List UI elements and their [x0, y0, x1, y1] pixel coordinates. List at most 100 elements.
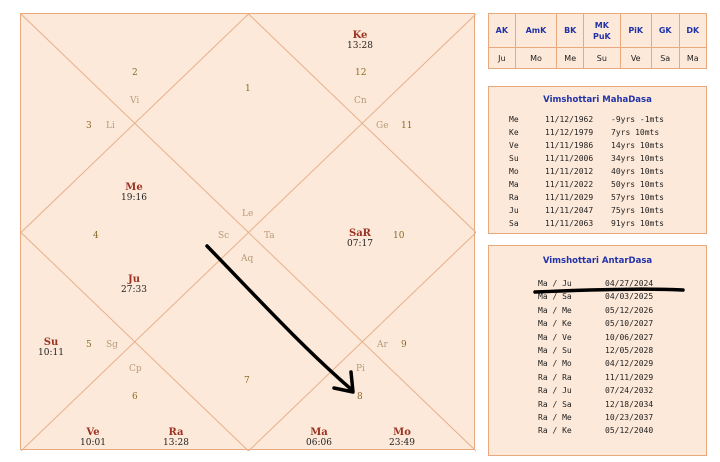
mahadasa-age: 14yrs 10mts [611, 141, 664, 150]
mahadasa-planet: Ke [509, 128, 519, 137]
antardasa-period: Ma / Ke [538, 319, 572, 329]
antardasa-title: Vimshottari AntarDasa [542, 256, 653, 266]
mahadasa-age: 50yrs 10mts [611, 180, 664, 189]
planet-name: Ma [310, 427, 328, 438]
mahadasa-title: Vimshottari MahaDasa [543, 95, 652, 105]
mahadasa-date: 11/11/2006 [545, 154, 594, 163]
karaka-header-puk: PuK [592, 31, 611, 41]
antardasa-period: Ma / Ve [538, 332, 572, 342]
sign-label-cn: Cn [354, 96, 367, 106]
antardasa-period: Ra / Me [538, 413, 572, 422]
mahadasa-age: 57yrs 10mts [611, 193, 664, 202]
sign-label-ge: Ge [376, 121, 389, 131]
sign-label-vi: Vi [130, 96, 140, 106]
house-number-2: 2 [132, 68, 138, 78]
antardasa-period: Ra / Sa [538, 399, 572, 409]
mahadasa-planet: Me [509, 115, 519, 124]
house-number-11: 11 [401, 121, 413, 131]
karaka-value: Sa [651, 47, 680, 68]
sign-label-cp: Cp [129, 364, 142, 374]
karaka-header-gk: GK [651, 14, 680, 48]
planet-mo: Mo 23:49 [389, 427, 415, 448]
birth-chart: 1 2 3 4 5 6 7 8 9 10 11 12 Vi Li Cn Ge L… [20, 13, 476, 451]
mahadasa-planet: Su [509, 154, 519, 163]
mahadasa-age: 7yrs 10mts [611, 128, 660, 137]
sign-label-li: Li [106, 121, 115, 131]
karaka-header-dk: DK [679, 14, 706, 48]
antardasa-date: 04/03/2025 [605, 292, 654, 302]
mahadasa-age: 91yrs 10mts [611, 219, 664, 228]
house-number-12: 12 [355, 68, 367, 78]
sign-label-ta: Ta [264, 231, 275, 241]
planet-name: Mo [393, 427, 411, 438]
antardasa-period: Ma / Sa [538, 292, 572, 302]
sign-label-pi: Pi [356, 364, 365, 374]
house-number-5: 5 [86, 340, 92, 350]
karaka-value: Ve [620, 47, 652, 68]
karaka-value: Mo [515, 47, 558, 68]
karaka-header-bk: BK [556, 14, 585, 48]
antardasa-period: Ma / Me [538, 305, 572, 315]
planet-ke: Ke 13:28 [347, 30, 373, 51]
mahadasa-date: 11/12/1979 [545, 128, 594, 137]
house-number-4: 4 [93, 231, 99, 241]
antardasa-period: Ra / Ke [538, 426, 572, 436]
mahadasa-date: 11/11/2022 [545, 180, 594, 189]
antardasa-date: 07/24/2032 [605, 386, 654, 396]
planet-name: Su [43, 337, 59, 348]
karaka-header-mk-puk: MK PuK [583, 14, 621, 48]
mahadasa-planet: Ju [509, 206, 519, 215]
antardasa-period: Ma / Mo [538, 359, 572, 369]
planet-name: Ve [86, 427, 100, 438]
karaka-panel: AK AmK BK MK PuK PiK GK DK Ju Mo Me Su Ve… [488, 13, 707, 69]
planet-sar: SaR 07:17 [347, 228, 373, 249]
planet-name: Ju [127, 274, 140, 285]
house-number-8: 8 [357, 392, 363, 402]
house-number-3: 3 [86, 121, 92, 131]
planet-name: SaR [348, 228, 371, 239]
antardasa-date: 05/12/2026 [605, 305, 654, 315]
planet-name: Ra [168, 427, 184, 438]
karaka-value: Me [556, 47, 585, 68]
mahadasa-age: 40yrs 10mts [611, 167, 664, 176]
sign-label-ar: Ar [377, 340, 388, 350]
mahadasa-planet: Ma [509, 180, 519, 189]
karaka-header-mk: MK [594, 20, 609, 30]
planet-degree: 06:06 [306, 438, 332, 448]
mahadasa-planet: Mo [509, 167, 519, 176]
mahadasa-age: 34yrs 10mts [611, 154, 664, 163]
mahadasa-panel: Vimshottari MahaDasa Me 11/12/1962 -9yrs -… [488, 86, 707, 234]
sign-label-sg: Sg [106, 340, 118, 350]
mahadasa-date: 11/11/2029 [545, 193, 594, 202]
house-number-10: 10 [393, 231, 405, 241]
planet-degree: 23:49 [389, 438, 415, 448]
sign-label-aq: Aq [241, 254, 254, 264]
house-number-9: 9 [401, 340, 407, 350]
planet-su: Su 10:11 [38, 337, 64, 358]
karaka-value: Ju [489, 47, 516, 68]
mahadasa-age: 75yrs 10mts [611, 206, 664, 215]
antardasa-date: 12/05/2028 [605, 346, 654, 355]
karaka-value: Su [583, 47, 621, 68]
mahadasa-age: -9yrs -1mts [611, 115, 664, 124]
planet-degree: 13:28 [163, 438, 189, 448]
mahadasa-date: 11/11/2047 [545, 206, 594, 215]
mahadasa-date: 11/11/1986 [545, 141, 594, 150]
house-number-7: 7 [244, 376, 250, 386]
mahadasa-planet: Ra [509, 193, 519, 202]
karaka-header-pik: PiK [620, 14, 652, 48]
planet-ma: Ma 06:06 [306, 427, 332, 448]
planet-me: Me 19:16 [121, 182, 147, 203]
sign-label-le: Le [242, 209, 254, 219]
planet-name: Me [125, 182, 143, 193]
planet-ra: Ra 13:28 [163, 427, 189, 448]
planet-degree: 10:01 [80, 438, 106, 448]
sign-label-sc: Sc [218, 231, 230, 241]
mahadasa-date: 11/12/1962 [545, 115, 594, 124]
antardasa-date: 04/27/2024 [605, 279, 654, 288]
planet-ve: Ve 10:01 [80, 427, 106, 448]
antardasa-period: Ra / Ra [538, 372, 572, 382]
karaka-header-ak: AK [489, 14, 516, 48]
mahadasa-date: 11/11/2063 [545, 219, 594, 228]
antardasa-date: 12/18/2034 [605, 399, 654, 409]
